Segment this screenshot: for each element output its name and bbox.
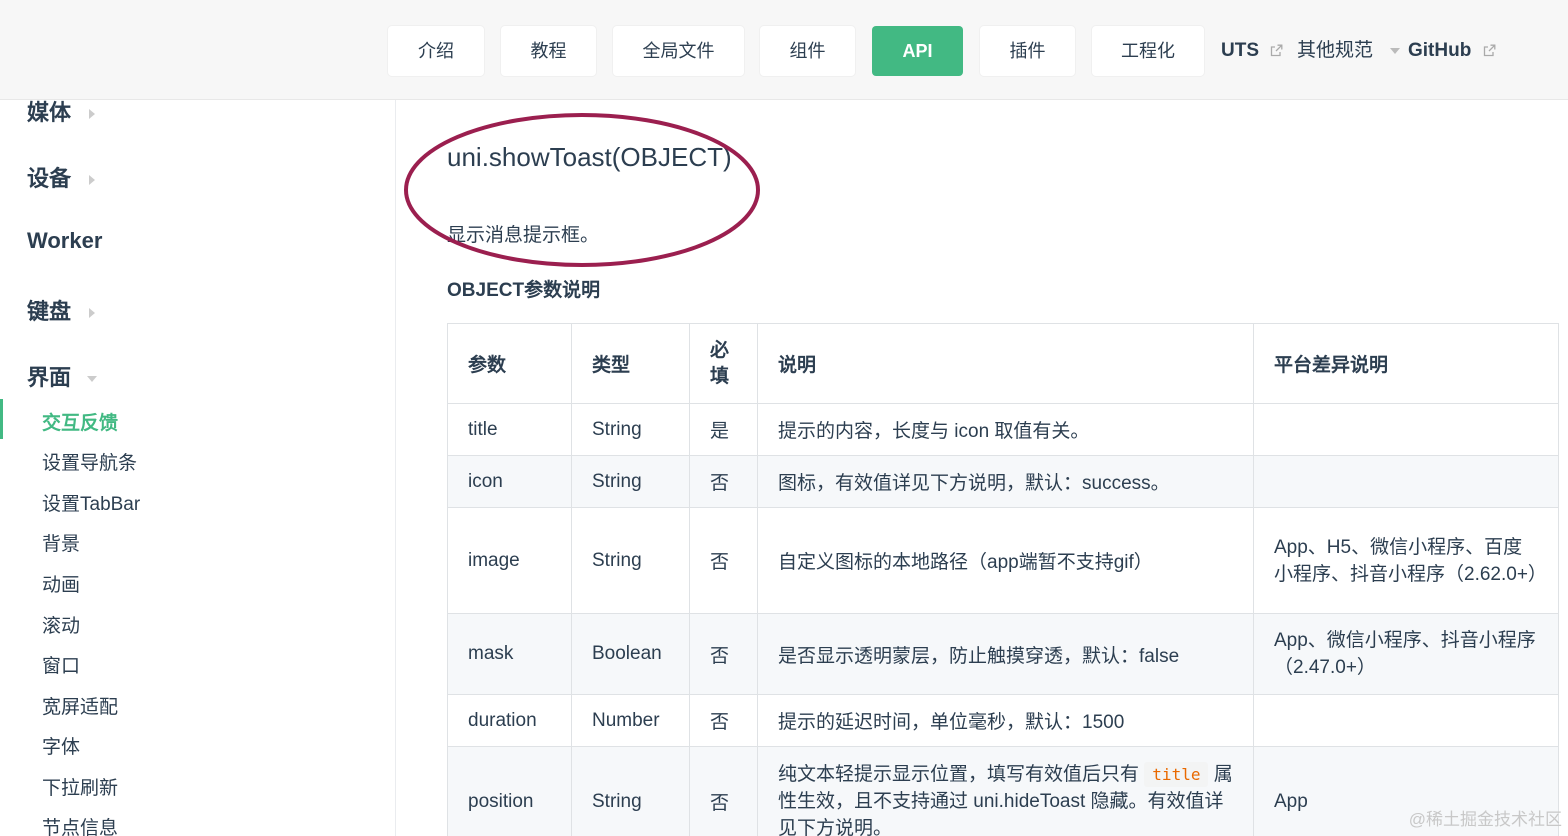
cell-platform (1253, 455, 1559, 508)
sidebar-item-tabbar[interactable]: 设置TabBar (42, 489, 140, 516)
cell-required: 否 (689, 694, 758, 747)
chevron-right-icon (89, 109, 96, 120)
cell-platform (1253, 694, 1559, 747)
cell-required: 否 (689, 507, 758, 614)
chevron-right-icon (89, 175, 96, 186)
table-row: title String 是 提示的内容，长度与 icon 取值有关。 (447, 403, 1559, 456)
cell-param: duration (447, 694, 572, 747)
params-table: 参数 类型 必填 说明 平台差异说明 title String 是 提示的内容，… (447, 323, 1559, 836)
cell-desc: 提示的延迟时间，单位毫秒，默认：1500 (757, 694, 1254, 747)
highlight-ellipse (404, 113, 760, 267)
cell-type: Boolean (571, 613, 690, 695)
sidebar-item-background[interactable]: 背景 (42, 529, 80, 556)
sidebar-item-window[interactable]: 窗口 (42, 651, 80, 678)
watermark: @稀土掘金技术社区 (1408, 810, 1562, 829)
sidebar-group-label: 键盘 (27, 299, 72, 324)
cell-param: mask (447, 613, 572, 695)
cell-platform: App、微信小程序、抖音小程序（2.47.0+） (1253, 613, 1559, 695)
cell-type: String (571, 746, 690, 836)
nav-uts-label: UTS (1221, 40, 1259, 61)
nav-api-button[interactable]: API (872, 26, 963, 76)
sidebar-item-interaction-feedback[interactable]: 交互反馈 (42, 408, 118, 435)
header-platform: 平台差异说明 (1253, 323, 1559, 404)
cell-desc: 图标，有效值详见下方说明，默认：success。 (757, 455, 1254, 508)
header-type: 类型 (571, 323, 690, 404)
sidebar-group-label: 设备 (27, 166, 72, 191)
cell-type: String (571, 403, 690, 456)
table-row: mask Boolean 否 是否显示透明蒙层，防止触摸穿透，默认：false … (447, 613, 1559, 695)
cell-desc: 自定义图标的本地路径（app端暂不支持gif） (757, 507, 1254, 614)
cell-desc: 是否显示透明蒙层，防止触摸穿透，默认：false (757, 613, 1254, 695)
sidebar-item-node-info[interactable]: 节点信息 (42, 813, 118, 836)
cell-type: String (571, 507, 690, 614)
cell-platform (1253, 403, 1559, 456)
nav-intro-button[interactable]: 介绍 (388, 26, 484, 76)
header-required-label: 必填 (710, 339, 730, 387)
sidebar-group-label: Worker (27, 228, 103, 253)
nav-plugins-button[interactable]: 插件 (980, 26, 1075, 76)
nav-tutorial-button[interactable]: 教程 (501, 26, 596, 76)
sidebar-item-navigation-bar[interactable]: 设置导航条 (42, 448, 137, 475)
nav-github-link[interactable]: GitHub (1408, 26, 1496, 76)
header-desc: 说明 (757, 323, 1254, 404)
table-header-row: 参数 类型 必填 说明 平台差异说明 (447, 323, 1559, 404)
external-link-icon (1271, 45, 1283, 57)
cell-param: image (447, 507, 572, 614)
external-link-icon (1483, 45, 1496, 57)
sidebar-item-widescreen[interactable]: 宽屏适配 (42, 692, 118, 719)
sidebar-item-animation[interactable]: 动画 (42, 570, 80, 597)
sidebar-item-pull-refresh[interactable]: 下拉刷新 (42, 773, 118, 800)
nav-global-files-button[interactable]: 全局文件 (613, 26, 744, 76)
sidebar-item-font[interactable]: 字体 (42, 732, 80, 759)
cell-desc: 提示的内容，长度与 icon 取值有关。 (757, 403, 1254, 456)
sidebar-group-media[interactable]: 媒体 (27, 100, 96, 127)
cell-platform: App、H5、微信小程序、百度小程序、抖音小程序（2.62.0+） (1253, 507, 1559, 614)
inline-code: title (1144, 762, 1209, 787)
sidebar-group-label: 媒体 (27, 100, 72, 125)
sidebar-active-indicator (0, 399, 3, 439)
table-row: image String 否 自定义图标的本地路径（app端暂不支持gif） A… (447, 507, 1559, 614)
sidebar-group-keyboard[interactable]: 键盘 (27, 294, 96, 326)
nav-components-button[interactable]: 组件 (760, 26, 855, 76)
header-required: 必填 (689, 323, 758, 404)
sidebar-group-interface[interactable]: 界面 (27, 360, 98, 392)
nav-engineering-button[interactable]: 工程化 (1092, 26, 1204, 76)
header-param: 参数 (447, 323, 572, 404)
sidebar: 媒体 设备 Worker 键盘 界面 交互反馈 设置导航条 设置TabBar 背… (0, 100, 396, 836)
cell-type: Number (571, 694, 690, 747)
sidebar-group-worker[interactable]: Worker (27, 228, 102, 254)
cell-type: String (571, 455, 690, 508)
cell-desc: 纯文本轻提示显示位置，填写有效值后只有 title 属性生效，且不支持通过 un… (757, 746, 1254, 836)
nav-other-specs-label: 其他规范 (1297, 40, 1374, 61)
cell-desc-text: 纯文本轻提示显示位置，填写有效值后只有 (778, 764, 1140, 785)
sidebar-group-device[interactable]: 设备 (27, 161, 96, 193)
table-row: duration Number 否 提示的延迟时间，单位毫秒，默认：1500 (447, 694, 1559, 747)
nav-other-specs-dropdown[interactable]: 其他规范 (1297, 26, 1401, 76)
section-title: OBJECT参数说明 (447, 280, 601, 301)
table-row: icon String 否 图标，有效值详见下方说明，默认：success。 (447, 455, 1559, 508)
sidebar-group-label: 界面 (27, 365, 72, 390)
cell-param: icon (447, 455, 572, 508)
cell-required: 否 (689, 746, 758, 836)
cell-required: 是 (689, 403, 758, 456)
chevron-right-icon (89, 308, 96, 319)
top-navbar: 介绍 教程 全局文件 组件 API 插件 工程化 UTS 其他规范 GitHub (0, 0, 1568, 100)
sidebar-item-scroll[interactable]: 滚动 (42, 611, 80, 638)
nav-uts-link[interactable]: UTS (1221, 26, 1283, 76)
cell-required: 否 (689, 613, 758, 695)
chevron-down-icon (1390, 47, 1401, 54)
cell-param: position (447, 746, 572, 836)
chevron-down-icon (87, 376, 98, 383)
table-row: position String 否 纯文本轻提示显示位置，填写有效值后只有 ti… (447, 746, 1559, 836)
nav-github-label: GitHub (1408, 40, 1472, 61)
cell-param: title (447, 403, 572, 456)
cell-required: 否 (689, 455, 758, 508)
